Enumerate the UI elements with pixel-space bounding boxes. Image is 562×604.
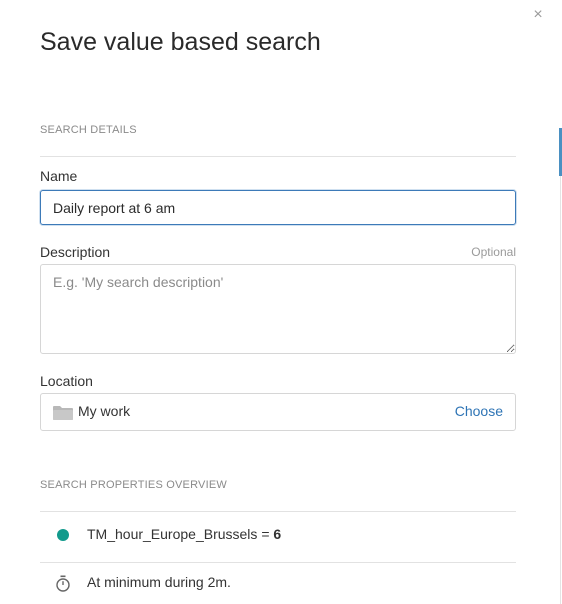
save-search-dialog: × Save value based search SEARCH DETAILS… bbox=[0, 0, 562, 604]
folder-icon bbox=[53, 406, 73, 420]
condition-value: 6 bbox=[273, 526, 282, 542]
location-value: My work bbox=[78, 403, 131, 419]
description-textarea[interactable] bbox=[40, 264, 516, 354]
condition-operator: = bbox=[261, 526, 270, 542]
location-field: My work Choose bbox=[40, 393, 516, 431]
description-label: Description bbox=[40, 244, 111, 260]
timer-icon bbox=[56, 575, 70, 592]
scroll-track[interactable] bbox=[560, 176, 561, 604]
status-dot-icon bbox=[57, 529, 69, 541]
name-label: Name bbox=[40, 168, 78, 184]
close-icon[interactable]: × bbox=[531, 6, 545, 24]
dialog-title: Save value based search bbox=[40, 28, 321, 56]
row-divider bbox=[40, 562, 516, 563]
name-input[interactable] bbox=[40, 190, 516, 225]
location-label: Location bbox=[40, 373, 93, 389]
duration-row: At minimum during 2m. bbox=[40, 571, 516, 595]
section-divider bbox=[40, 156, 516, 157]
condition-tag: TM_hour_Europe_Brussels bbox=[87, 526, 258, 542]
condition-row: TM_hour_Europe_Brussels = 6 bbox=[40, 523, 516, 547]
duration-text: At minimum during 2m. bbox=[87, 574, 231, 590]
search-details-heading: SEARCH DETAILS bbox=[40, 124, 137, 136]
optional-label: Optional bbox=[471, 245, 516, 259]
condition-text: TM_hour_Europe_Brussels = 6 bbox=[87, 526, 281, 542]
properties-overview-heading: SEARCH PROPERTIES OVERVIEW bbox=[40, 479, 227, 491]
choose-location-link[interactable]: Choose bbox=[455, 403, 503, 419]
section-divider bbox=[40, 511, 516, 512]
